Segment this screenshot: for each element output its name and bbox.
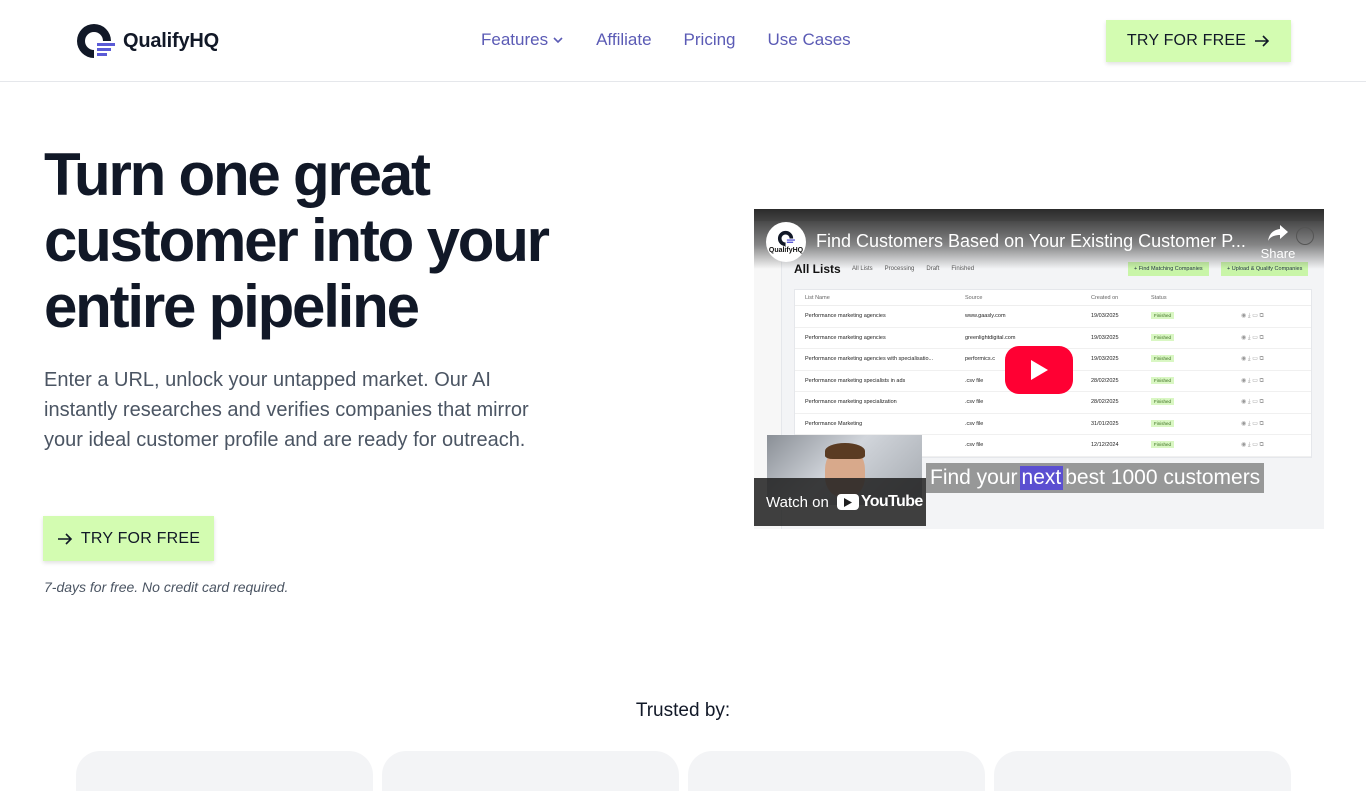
cell-name: Performance Marketing bbox=[805, 420, 863, 427]
share-button[interactable]: Share bbox=[1260, 223, 1296, 261]
hero-try-free-button[interactable]: TRY FOR FREE bbox=[43, 516, 214, 561]
cell-date: 19/03/2025 bbox=[1091, 313, 1119, 320]
trusted-logo-card bbox=[994, 751, 1291, 791]
site-header: QualifyHQ Features Affiliate Pricing Use… bbox=[0, 0, 1366, 82]
row-actions-icons: ◉ ⤓ ▭ ⧉ bbox=[1241, 377, 1264, 384]
column-header: List Name bbox=[805, 294, 830, 301]
channel-avatar[interactable]: QualifyHQ bbox=[766, 222, 806, 262]
nav-features[interactable]: Features bbox=[481, 30, 564, 50]
share-icon bbox=[1268, 225, 1288, 241]
trusted-logo-card bbox=[688, 751, 985, 791]
nav-use-cases-label: Use Cases bbox=[767, 30, 851, 49]
status-badge: Finished bbox=[1151, 398, 1175, 406]
youtube-wordmark: YouTube bbox=[860, 493, 923, 510]
brand-name: QualifyHQ bbox=[123, 29, 219, 52]
row-actions-icons: ◉ ⤓ ▭ ⧉ bbox=[1241, 420, 1264, 427]
cell-name: Performance marketing agencies with spec… bbox=[805, 356, 934, 363]
row-actions-icons: ◉ ⤓ ▭ ⧉ bbox=[1241, 442, 1264, 449]
youtube-video-embed[interactable]: All Lists All Lists Processing Draft Fin… bbox=[754, 209, 1324, 529]
youtube-play-icon bbox=[836, 494, 859, 510]
qualifyhq-logo-icon bbox=[777, 230, 795, 247]
column-header: Created on bbox=[1091, 294, 1119, 301]
cell-source: greenlightdigital.com bbox=[965, 334, 1016, 341]
hero-subtitle: Enter a URL, unlock your untapped market… bbox=[44, 369, 529, 451]
play-icon bbox=[1031, 360, 1048, 380]
caption-highlight: next bbox=[1019, 466, 1064, 490]
nav-use-cases[interactable]: Use Cases bbox=[768, 30, 851, 50]
caption-text: Find your bbox=[930, 466, 1018, 489]
caption-text: best 1000 customers bbox=[1065, 466, 1261, 489]
cell-name: Performance marketing agencies bbox=[805, 334, 886, 341]
status-badge: Finished bbox=[1151, 441, 1175, 449]
youtube-logo: YouTube bbox=[836, 493, 923, 511]
arrow-right-icon bbox=[57, 532, 73, 545]
main-nav: Features Affiliate Pricing Use Cases bbox=[481, 30, 851, 50]
row-actions-icons: ◉ ⤓ ▭ ⧉ bbox=[1241, 356, 1264, 363]
brand-logo[interactable]: QualifyHQ bbox=[75, 22, 219, 60]
row-actions-icons: ◉ ⤓ ▭ ⧉ bbox=[1241, 334, 1264, 341]
nav-pricing-label: Pricing bbox=[683, 30, 736, 49]
table-header: List Name Source Created on Status bbox=[795, 290, 1311, 306]
column-header: Status bbox=[1151, 294, 1167, 301]
status-badge: Finished bbox=[1151, 333, 1175, 341]
cell-source: .csv file bbox=[965, 399, 984, 406]
presenter-hair bbox=[825, 443, 865, 459]
cell-name: Performance marketing specialists in ads bbox=[805, 377, 906, 384]
cell-source: .csv file bbox=[965, 420, 984, 427]
status-badge: Finished bbox=[1151, 376, 1175, 384]
chevron-down-icon bbox=[553, 37, 563, 44]
header-try-free-button[interactable]: TRY FOR FREE bbox=[1106, 20, 1291, 62]
arrow-right-icon bbox=[1255, 35, 1270, 47]
cell-name: Performance marketing agencies bbox=[805, 313, 886, 320]
cell-source: .csv file bbox=[965, 442, 984, 449]
nav-affiliate[interactable]: Affiliate bbox=[596, 30, 651, 50]
cell-name: Performance marketing specialization bbox=[805, 399, 897, 406]
play-button[interactable] bbox=[1005, 346, 1073, 394]
channel-label: QualifyHQ bbox=[768, 247, 804, 254]
row-actions-icons: ◉ ⤓ ▭ ⧉ bbox=[1241, 313, 1264, 320]
status-badge: Finished bbox=[1151, 312, 1175, 320]
trusted-logo-card bbox=[382, 751, 679, 791]
nav-features-label: Features bbox=[481, 30, 549, 49]
trial-note: 7-days for free. No credit card required… bbox=[44, 579, 289, 595]
nav-pricing[interactable]: Pricing bbox=[684, 30, 736, 50]
status-badge: Finished bbox=[1151, 419, 1175, 427]
user-account-icon[interactable] bbox=[1296, 227, 1314, 245]
cell-date: 28/02/2025 bbox=[1091, 399, 1119, 406]
cell-date: 28/02/2025 bbox=[1091, 377, 1119, 384]
table-row: Performance marketing specialization .cs… bbox=[795, 392, 1311, 414]
cell-date: 19/03/2025 bbox=[1091, 334, 1119, 341]
column-header: Source bbox=[965, 294, 983, 301]
video-caption: Find your next best 1000 customers bbox=[926, 463, 1265, 493]
cell-date: 12/12/2024 bbox=[1091, 442, 1119, 449]
watch-on-label: Watch on bbox=[766, 493, 829, 511]
qualifyhq-logo-icon bbox=[75, 22, 115, 60]
status-badge: Finished bbox=[1151, 355, 1175, 363]
cell-date: 19/03/2025 bbox=[1091, 356, 1119, 363]
cell-source: www.gaasly.com bbox=[965, 313, 1006, 320]
table-row: Performance marketing agencies www.gaasl… bbox=[795, 306, 1311, 328]
trusted-by-heading: Trusted by: bbox=[635, 700, 731, 721]
video-title[interactable]: Find Customers Based on Your Existing Cu… bbox=[816, 231, 1246, 252]
hero-title: Turn one great customer into your entire… bbox=[44, 141, 550, 340]
nav-affiliate-label: Affiliate bbox=[596, 30, 652, 49]
trusted-logo-card bbox=[76, 751, 373, 791]
watch-on-youtube-button[interactable]: Watch on YouTube bbox=[754, 478, 926, 526]
table-row: Performance Marketing .csv file 31/01/20… bbox=[795, 414, 1311, 435]
header-cta-label: TRY FOR FREE bbox=[1126, 32, 1247, 49]
hero-cta-label: TRY FOR FREE bbox=[80, 529, 201, 547]
row-actions-icons: ◉ ⤓ ▭ ⧉ bbox=[1241, 399, 1264, 406]
share-label: Share bbox=[1260, 246, 1296, 261]
cell-date: 31/01/2025 bbox=[1091, 420, 1119, 427]
